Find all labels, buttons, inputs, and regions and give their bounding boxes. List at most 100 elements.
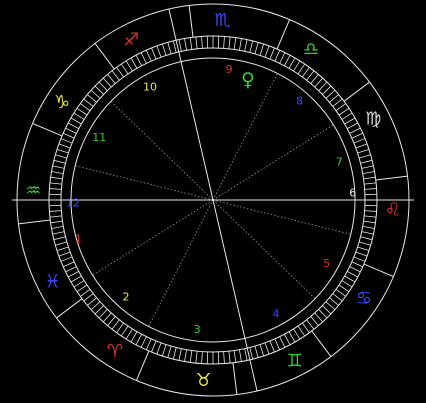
- degree-tick: [357, 148, 370, 154]
- degree-tick: [359, 154, 371, 159]
- degree-tick: [51, 226, 64, 229]
- degree-tick: [151, 47, 157, 60]
- degree-tick: [161, 344, 167, 357]
- degree-tick: [239, 38, 242, 51]
- degree-tick: [50, 220, 63, 224]
- degree-tick: [151, 340, 157, 353]
- degree-tick: [130, 331, 138, 343]
- degree-tick: [353, 256, 366, 262]
- degree-tick: [53, 236, 66, 241]
- degree-tick: [49, 210, 62, 212]
- degree-tick: [233, 350, 237, 363]
- house-number-2: 2: [123, 291, 130, 304]
- sign-divider-line: [375, 175, 408, 181]
- sagittarius-sign-icon: ♐: [123, 30, 139, 51]
- degree-tick: [244, 39, 248, 52]
- virgo-sign-icon: ♍: [365, 108, 381, 129]
- degree-tick: [361, 231, 374, 235]
- house-cusp-line: [148, 199, 214, 327]
- degree-tick: [130, 57, 138, 69]
- degree-tick: [120, 325, 129, 337]
- degree-tick: [68, 271, 79, 278]
- degree-tick: [98, 309, 108, 319]
- house-cusp-line: [212, 199, 351, 235]
- degree-tick: [195, 351, 198, 364]
- degree-tick: [297, 63, 306, 75]
- degree-tick: [310, 316, 319, 326]
- cancer-sign-icon: ♋: [356, 288, 372, 309]
- degree-tick: [360, 159, 373, 164]
- degree-tick: [63, 132, 75, 139]
- house-number-7: 7: [336, 155, 343, 168]
- degree-tick: [156, 45, 162, 58]
- degree-tick: [351, 261, 363, 268]
- degree-tick: [56, 246, 69, 252]
- degree-tick: [353, 138, 366, 144]
- degree-tick: [73, 280, 85, 288]
- degree-tick: [314, 312, 324, 323]
- degree-tick: [116, 67, 124, 78]
- degree-tick: [172, 40, 177, 53]
- degree-tick: [244, 348, 248, 361]
- degree-tick: [318, 81, 328, 91]
- degree-tick: [249, 40, 254, 53]
- degree-tick: [80, 289, 91, 297]
- gemini-sign-icon: ♊: [287, 350, 303, 371]
- degree-tick: [172, 347, 177, 360]
- degree-tick: [51, 171, 64, 174]
- degree-tick: [49, 182, 62, 185]
- degree-tick: [55, 154, 67, 159]
- degree-tick: [70, 275, 82, 283]
- degree-tick: [363, 220, 376, 224]
- degree-tick: [357, 246, 370, 252]
- degree-tick: [269, 47, 275, 60]
- house-number-3: 3: [194, 323, 201, 336]
- aries-sign-icon: ♈: [107, 341, 123, 362]
- degree-tick: [102, 312, 112, 323]
- degree-tick: [58, 143, 71, 149]
- degree-tick: [223, 36, 225, 49]
- degree-tick: [68, 122, 79, 129]
- degree-tick: [53, 159, 66, 164]
- degree-tick: [341, 280, 353, 288]
- degree-tick: [52, 231, 65, 235]
- degree-tick: [335, 103, 346, 111]
- house-number-10: 10: [143, 80, 157, 93]
- degree-tick: [63, 261, 75, 268]
- degree-tick: [201, 351, 203, 364]
- degree-tick: [50, 176, 63, 180]
- degree-tick: [90, 89, 101, 99]
- degree-tick: [362, 171, 375, 174]
- degree-tick: [279, 52, 286, 64]
- house-cusp-line: [92, 199, 214, 276]
- degree-tick: [107, 74, 116, 84]
- house-cusp-line: [212, 73, 278, 201]
- planet-glyphs: ♀: [241, 69, 255, 91]
- house-number-5: 5: [323, 257, 330, 270]
- degree-tick: [306, 70, 315, 81]
- degree-tick: [223, 351, 225, 364]
- degree-tick: [65, 266, 77, 273]
- sign-divider-line: [188, 5, 194, 38]
- sign-divider-line: [32, 122, 63, 137]
- degree-tick: [239, 349, 242, 362]
- degree-tick: [364, 182, 377, 185]
- degree-tick: [116, 322, 124, 333]
- degree-tick: [94, 85, 104, 95]
- degree-tick: [83, 98, 94, 107]
- degree-tick: [184, 349, 187, 362]
- degree-tick: [288, 57, 296, 69]
- degree-tick: [195, 36, 198, 49]
- sign-divider-line: [311, 330, 332, 357]
- scorpio-sign-icon: ♏: [214, 10, 230, 31]
- degree-tick: [264, 45, 270, 58]
- degree-tick: [156, 342, 162, 355]
- degree-tick: [259, 43, 265, 56]
- sign-divider-line: [343, 81, 370, 102]
- degree-tick: [341, 112, 353, 120]
- degree-tick: [178, 348, 182, 361]
- degree-tick: [70, 117, 82, 125]
- degree-tick: [288, 331, 296, 343]
- degree-tick: [60, 256, 73, 262]
- degree-tick: [135, 55, 142, 66]
